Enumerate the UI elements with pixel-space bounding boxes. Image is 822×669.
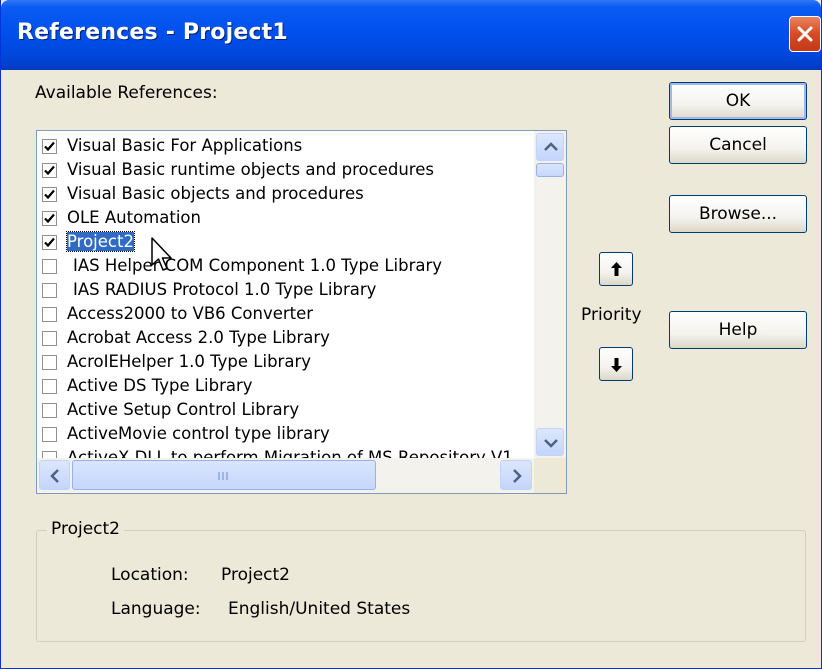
- reference-label: AcroIEHelper 1.0 Type Library: [67, 352, 311, 371]
- ok-button[interactable]: OK: [669, 82, 807, 120]
- location-label: Location:: [111, 565, 189, 585]
- priority-down-button[interactable]: [599, 347, 633, 381]
- references-listbox[interactable]: Visual Basic For Applications Visual Basi…: [36, 130, 567, 494]
- horizontal-scroll-thumb[interactable]: [72, 460, 376, 490]
- reference-row[interactable]: AcroIEHelper 1.0 Type Library: [37, 351, 534, 375]
- checkbox-checked[interactable]: [42, 235, 57, 250]
- checkmark-icon: [44, 165, 55, 176]
- checkbox-unchecked[interactable]: [42, 427, 57, 442]
- reference-row[interactable]: ActiveMovie control type library: [37, 423, 534, 447]
- details-group-title: Project2: [47, 519, 124, 539]
- checkbox-unchecked[interactable]: [42, 259, 57, 274]
- checkbox-checked[interactable]: [42, 139, 57, 154]
- reference-label: Active Setup Control Library: [67, 400, 300, 419]
- checkbox-unchecked[interactable]: [42, 331, 57, 346]
- chevron-left-icon: [50, 469, 59, 483]
- checkbox-checked[interactable]: [42, 187, 57, 202]
- reference-label: Visual Basic runtime objects and procedu…: [67, 160, 434, 179]
- chevron-up-icon: [544, 142, 558, 151]
- scrollbar-corner: [534, 458, 566, 493]
- checkbox-unchecked[interactable]: [42, 403, 57, 418]
- window-title: References - Project1: [17, 20, 288, 45]
- checkbox-unchecked[interactable]: [42, 379, 57, 394]
- grip-icon: [218, 472, 228, 480]
- cancel-button-label: Cancel: [709, 135, 767, 155]
- checkmark-icon: [44, 237, 55, 248]
- available-references-label: Available References:: [35, 83, 218, 103]
- language-label: Language:: [111, 599, 201, 619]
- checkbox-unchecked[interactable]: [42, 283, 57, 298]
- mouse-pointer-icon: [151, 237, 172, 271]
- checkmark-icon: [44, 189, 55, 200]
- horizontal-scrollbar[interactable]: [37, 458, 534, 493]
- priority-up-button[interactable]: [599, 252, 633, 286]
- reference-label: ActiveX DLL to perform Migration of MS R…: [67, 448, 513, 458]
- reference-label: IAS Helper COM Component 1.0 Type Librar…: [73, 256, 443, 275]
- scroll-right-button[interactable]: [500, 460, 532, 490]
- reference-row[interactable]: Access2000 to VB6 Converter: [37, 303, 534, 327]
- reference-label: ActiveMovie control type library: [67, 424, 330, 443]
- reference-row[interactable]: Active Setup Control Library: [37, 399, 534, 423]
- reference-row[interactable]: Visual Basic For Applications: [37, 135, 534, 159]
- reference-label: Visual Basic objects and procedures: [67, 184, 364, 203]
- details-groupbox: [36, 530, 806, 642]
- reference-row[interactable]: OLE Automation: [37, 207, 534, 231]
- chevron-right-icon: [513, 469, 522, 483]
- reference-label: Visual Basic For Applications: [67, 136, 303, 155]
- reference-label: Access2000 to VB6 Converter: [67, 304, 314, 323]
- checkmark-icon: [44, 141, 55, 152]
- arrow-down-icon: [611, 358, 622, 372]
- reference-label: Active DS Type Library: [67, 376, 253, 395]
- references-list: Visual Basic For Applications Visual Basi…: [37, 131, 534, 458]
- reference-row[interactable]: Active DS Type Library: [37, 375, 534, 399]
- vertical-scrollbar[interactable]: [534, 131, 566, 458]
- ok-button-label: OK: [725, 91, 751, 111]
- checkmark-icon: [44, 213, 55, 224]
- reference-row[interactable]: Project2: [37, 231, 534, 255]
- reference-row[interactable]: Acrobat Access 2.0 Type Library: [37, 327, 534, 351]
- help-button[interactable]: Help: [669, 311, 807, 349]
- scroll-left-button[interactable]: [39, 460, 70, 490]
- language-value: English/United States: [228, 599, 411, 619]
- reference-row[interactable]: Visual Basic runtime objects and procedu…: [37, 159, 534, 183]
- checkbox-unchecked[interactable]: [42, 307, 57, 322]
- checkbox-unchecked[interactable]: [42, 451, 57, 458]
- references-dialog: References - Project1 Available Referenc…: [0, 0, 822, 669]
- reference-label: OLE Automation: [67, 208, 201, 227]
- title-bar[interactable]: References - Project1: [1, 0, 821, 70]
- priority-label: Priority: [581, 305, 642, 325]
- reference-row[interactable]: ActiveX DLL to perform Migration of MS R…: [37, 447, 534, 458]
- help-button-label: Help: [718, 320, 758, 340]
- reference-row[interactable]: Visual Basic objects and procedures: [37, 183, 534, 207]
- reference-label: IAS RADIUS Protocol 1.0 Type Library: [73, 280, 377, 299]
- checkbox-checked[interactable]: [42, 163, 57, 178]
- location-value: Project2: [221, 565, 290, 585]
- vertical-scroll-thumb[interactable]: [536, 163, 564, 177]
- reference-label: Acrobat Access 2.0 Type Library: [67, 328, 330, 347]
- arrow-up-icon: [611, 262, 622, 276]
- reference-label: Project2: [66, 231, 135, 252]
- reference-row[interactable]: IAS Helper COM Component 1.0 Type Librar…: [37, 255, 534, 279]
- cancel-button[interactable]: Cancel: [669, 126, 807, 164]
- chevron-down-icon: [544, 439, 558, 448]
- close-button[interactable]: [789, 16, 821, 52]
- scroll-down-button[interactable]: [536, 428, 564, 456]
- browse-button[interactable]: Browse...: [669, 195, 807, 233]
- reference-row[interactable]: IAS RADIUS Protocol 1.0 Type Library: [37, 279, 534, 303]
- browse-button-label: Browse...: [698, 204, 778, 224]
- scroll-up-button[interactable]: [536, 133, 564, 161]
- checkbox-unchecked[interactable]: [42, 355, 57, 370]
- checkbox-checked[interactable]: [42, 211, 57, 226]
